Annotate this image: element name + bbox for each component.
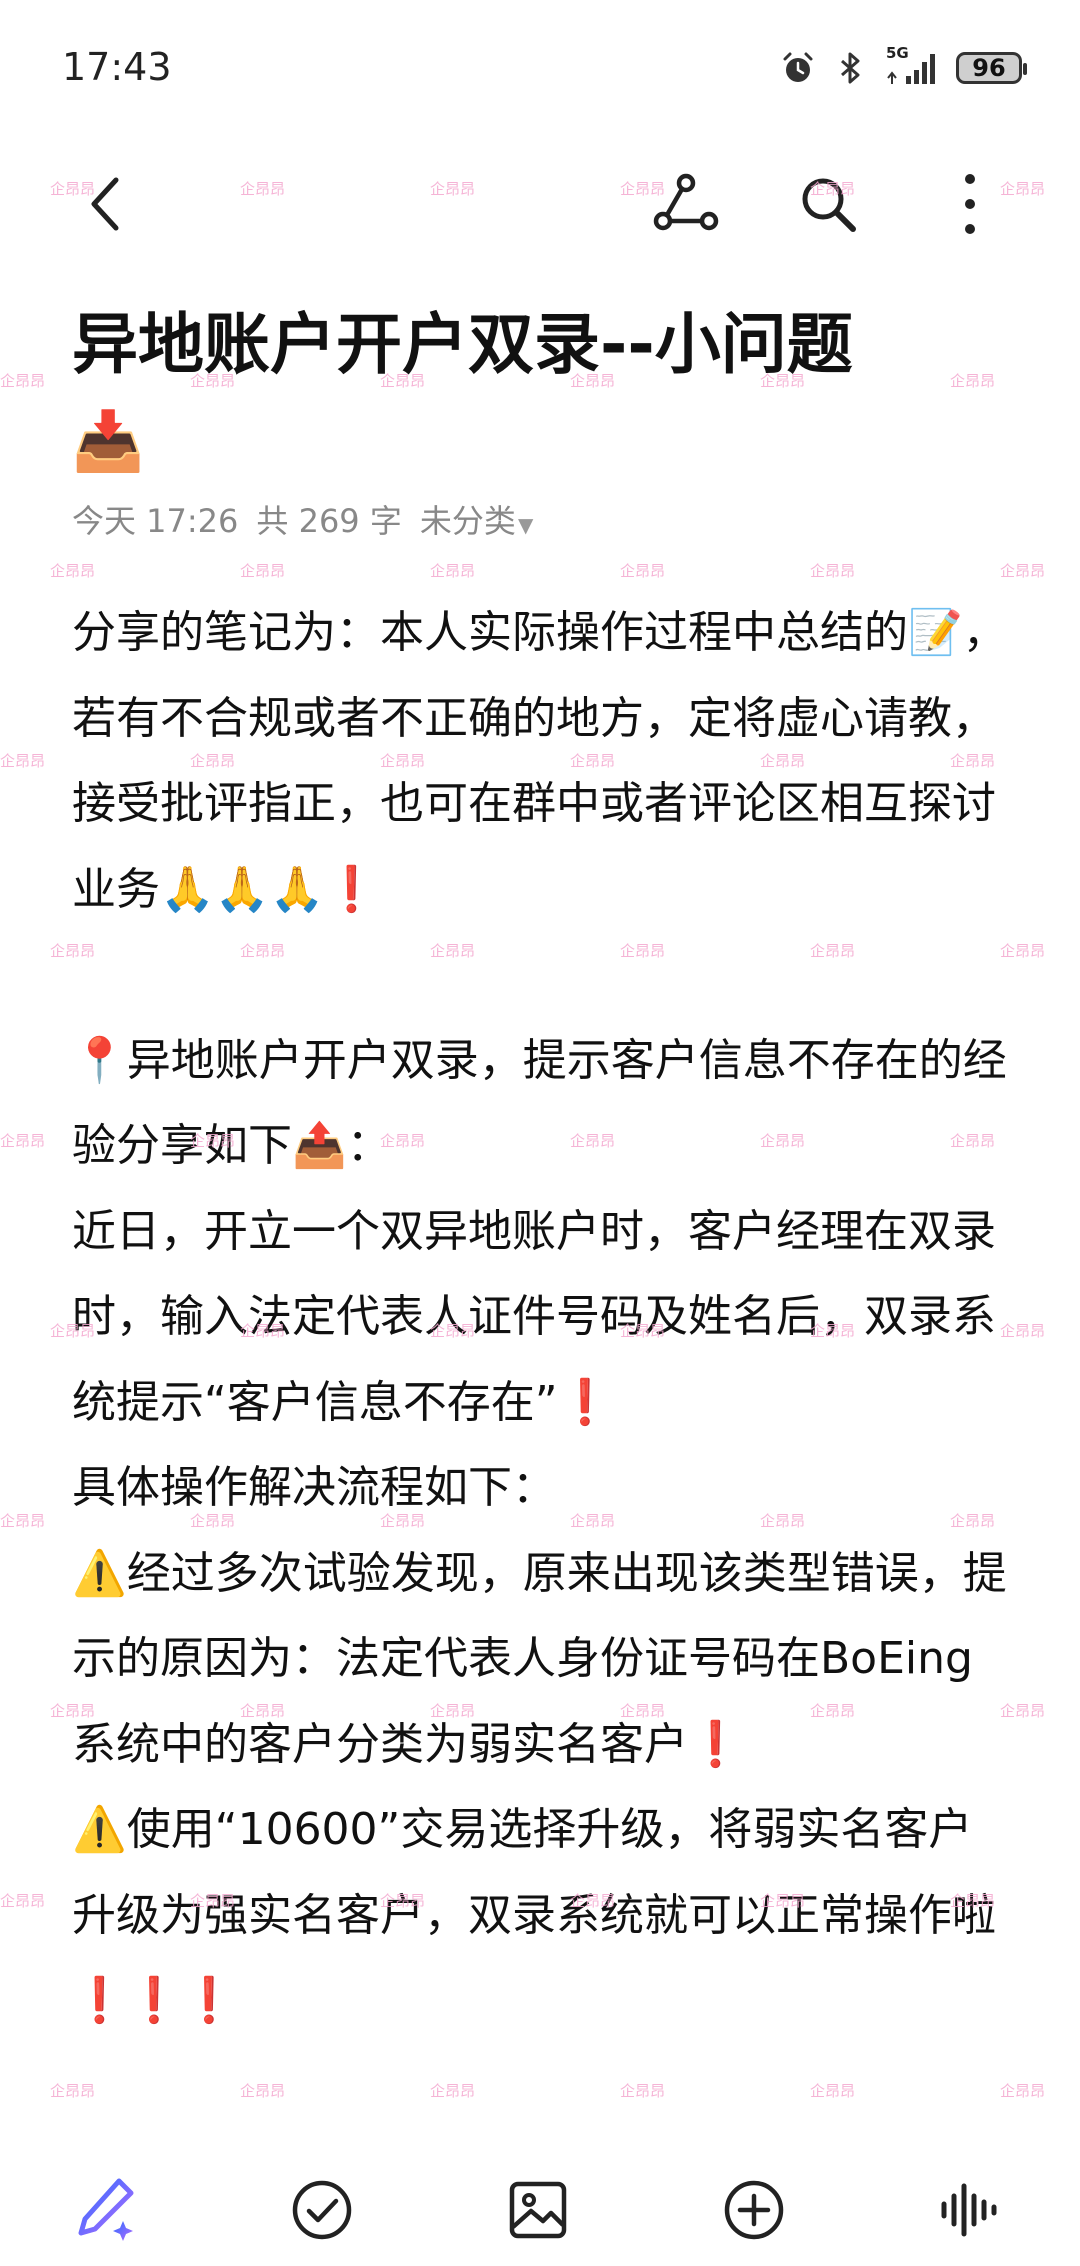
note-paragraph: 具体操作解决流程如下：: [72, 1462, 556, 1513]
watermark-text: 企昂昂: [240, 2082, 286, 2100]
note-paragraph: 📍异地账户开户双录，提示客户信息不存在的经验分享如下📤：: [72, 1034, 1007, 1172]
watermark-text: 企昂昂: [0, 1892, 46, 1910]
watermark-text: 企昂昂: [1000, 2082, 1046, 2100]
watermark-text: 企昂昂: [50, 562, 96, 580]
watermark-text: 企昂昂: [1000, 562, 1046, 580]
status-icons: 5G 96: [780, 44, 1027, 88]
note-title[interactable]: 异地账户开户双录--小问题 📥: [72, 298, 1012, 488]
checklist-button[interactable]: [282, 2170, 362, 2250]
watermark-text: 企昂昂: [430, 562, 476, 580]
note-title-text: 异地账户开户双录--小问题: [72, 306, 853, 383]
inbox-tray-icon: 📥: [72, 407, 145, 475]
share-nodes-icon: [653, 173, 719, 231]
watermark-text: 企昂昂: [620, 562, 666, 580]
signal-strength-icon: 5G: [884, 44, 940, 88]
bluetooth-icon: [841, 52, 860, 84]
voice-wave-icon: [941, 2183, 997, 2237]
status-bar: 17:43 5G 96: [0, 0, 1080, 140]
voice-input-button[interactable]: [928, 2170, 1008, 2250]
watermark-text: 企昂昂: [620, 2082, 666, 2100]
battery-level: 96: [972, 54, 1006, 82]
watermark-text: 企昂昂: [240, 562, 286, 580]
add-button[interactable]: [714, 2170, 794, 2250]
check-circle-icon: [292, 2180, 352, 2240]
status-time: 17:43: [62, 45, 172, 89]
watermark-text: 企昂昂: [810, 562, 856, 580]
image-icon: [509, 2181, 567, 2239]
bottom-toolbar: [0, 2160, 1080, 2260]
plus-circle-icon: [724, 2180, 784, 2240]
watermark-text: 企昂昂: [810, 2082, 856, 2100]
note-paragraph: ⚠️使用“10600”交易选择升级，将弱实名客户升级为强实名客户，双录系统就可以…: [72, 1804, 996, 2026]
note-word-count: 共 269 字: [256, 502, 402, 540]
chevron-left-icon: [91, 177, 119, 231]
note-meta: 今天 17:26 共 269 字 未分类 ▼: [72, 496, 533, 542]
watermark-text: 企昂昂: [50, 2082, 96, 2100]
search-icon: [802, 178, 856, 232]
note-paragraph: 近日，开立一个双异地账户时，客户经理在双录时，输入法定代表人证件号码及姓名后，双…: [72, 1205, 996, 1428]
caret-down-icon: ▼: [518, 513, 534, 537]
more-vertical-icon: [965, 174, 975, 234]
battery-indicator: 96: [956, 52, 1027, 84]
note-paragraph: 分享的笔记为：本人实际操作过程中总结的📝，若有不合规或者不正确的地方，定将虚心请…: [72, 607, 1007, 915]
network-type: 5G: [886, 44, 909, 62]
ai-pen-icon: [78, 2178, 134, 2241]
back-button[interactable]: [66, 164, 146, 244]
note-toolbar: [0, 150, 1080, 260]
alarm-icon: [783, 52, 813, 82]
category-selector[interactable]: 未分类 ▼: [420, 496, 534, 542]
share-button[interactable]: [646, 164, 726, 244]
note-category: 未分类: [419, 502, 516, 540]
note-body[interactable]: 分享的笔记为：本人实际操作过程中总结的📝，若有不合规或者不正确的地方，定将虚心请…: [72, 590, 1012, 2044]
watermark-text: 企昂昂: [0, 1512, 46, 1530]
search-button[interactable]: [788, 164, 868, 244]
watermark-text: 企昂昂: [430, 2082, 476, 2100]
ai-assist-button[interactable]: [66, 2170, 146, 2250]
more-button[interactable]: [930, 164, 1010, 244]
watermark-text: 企昂昂: [0, 752, 46, 770]
note-date: 今天 17:26: [72, 502, 239, 540]
watermark-text: 企昂昂: [0, 372, 46, 390]
insert-image-button[interactable]: [498, 2170, 578, 2250]
watermark-text: 企昂昂: [0, 1132, 46, 1150]
note-paragraph: ⚠️经过多次试验发现，原来出现该类型错误，提示的原因为：法定代表人身份证号码在B…: [72, 1547, 1007, 1770]
